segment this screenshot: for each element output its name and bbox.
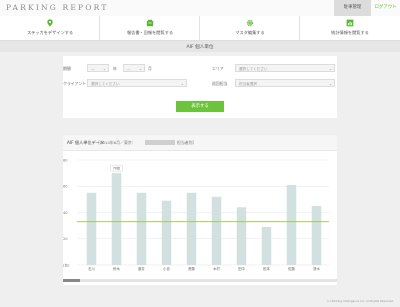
select-value: — [91, 66, 95, 71]
x-tick-label: 清水 [313, 266, 320, 271]
x-tick-label: 木村 [213, 266, 220, 271]
period-label: 期間 [63, 66, 71, 71]
chart-subtitle-suffix: 担当者別］ [177, 140, 197, 145]
chevron-down-icon: ⌄ [138, 66, 142, 72]
tab-label: 統計情報を閲覧する [331, 30, 369, 35]
chart-bar [136, 192, 147, 265]
select-value: 選択してください [239, 66, 268, 71]
tab-label: 報告書・回報を閲覧する [126, 30, 174, 35]
bar-chart: (台) 20 40 60 80 石川 鈴木 藤井 小島 斎藤 木村 田中 松本 佐藤 清水 70台 [63, 158, 329, 271]
year-unit: 年 [113, 66, 117, 71]
chart-icon [346, 19, 354, 27]
redacted-block [145, 139, 175, 145]
select-value: 担当者選択 [239, 81, 257, 86]
gear-icon [246, 19, 254, 27]
chevron-down-icon: ⌄ [102, 66, 106, 72]
x-tick-label: 小島 [163, 266, 170, 271]
chart-bar [161, 200, 172, 265]
chart-bar [261, 226, 272, 265]
scrollbar-thumb[interactable] [63, 279, 80, 282]
tab-statistics[interactable]: 統計情報を閲覧する [300, 16, 400, 40]
search-form: 期間 — ⌄ 年 — ⌄ 月 エリア 選択してください ⌄ クライアント 選択し… [63, 56, 337, 118]
select-value: — [127, 66, 131, 71]
tab-master-edit[interactable]: マスタ編集する [200, 16, 300, 40]
client-label: クライアント [63, 81, 87, 86]
tooltip-label: 70台 [113, 165, 120, 170]
select-value: 選択してください [91, 81, 120, 86]
x-tick-label: 石川 [88, 267, 95, 271]
x-tick-label: 鈴木 [113, 266, 120, 271]
document-stack-icon [146, 19, 154, 27]
x-tick-label: 佐藤 [288, 266, 295, 271]
y-tick-label: 20 [63, 237, 68, 241]
copyright: (c) Parking Intelligence Inc. All Rights… [327, 299, 394, 303]
tab-reports[interactable]: 報告書・回報を閲覧する [100, 16, 200, 40]
y-tick-label: 80 [63, 158, 68, 162]
period-month-select[interactable]: — ⌄ [123, 64, 145, 72]
x-tick-label: 斎藤 [188, 266, 195, 271]
chart-bar [311, 205, 322, 265]
admin-button[interactable]: 駐車管理 [334, 0, 371, 16]
top-bar: PARKING REPORT 駐車管理 ログアウト [0, 0, 400, 17]
chart-bar [286, 184, 297, 265]
x-tick-label: 田中 [238, 266, 245, 271]
chevron-down-icon: ⌄ [180, 81, 184, 87]
period-year-select[interactable]: — ⌄ [87, 64, 109, 72]
chart-bar [211, 196, 222, 265]
tab-label: マスタ編集する [235, 30, 265, 35]
horizontal-scrollbar[interactable] [63, 279, 337, 282]
staff-select[interactable]: 担当者選択 ⌄ [235, 79, 335, 87]
chart-subtitle: ［2014年6月／東京： [96, 140, 136, 145]
y-tick-label: (台) [63, 262, 70, 267]
chart-card: AIF 個人単位データ ［2014年6月／東京： 担当者別］ (台) 20 40 60… [63, 135, 337, 285]
x-tick-label: 松本 [263, 266, 270, 271]
staff-label: 巡回担当 [212, 81, 228, 86]
chart-header: AIF 個人単位データ ［2014年6月／東京： 担当者別］ [63, 135, 337, 151]
y-tick-label: 60 [63, 185, 68, 189]
chart-bar [186, 192, 197, 265]
page-title-bar: AIF 個人単位 [0, 41, 400, 52]
y-tick-label: 40 [63, 211, 68, 215]
client-select[interactable]: 選択してください ⌄ [87, 79, 187, 87]
tab-sticker-design[interactable]: ステッカをデザインする [0, 16, 100, 40]
search-button[interactable]: 表示する [176, 101, 224, 112]
map-pin-icon [47, 19, 53, 27]
month-unit: 月 [148, 66, 152, 71]
tab-label: ステッカをデザインする [26, 30, 74, 35]
chevron-down-icon: ⌄ [328, 66, 332, 72]
chevron-down-icon: ⌄ [328, 81, 332, 87]
area-select[interactable]: 選択してください ⌄ [235, 64, 335, 72]
page-title: AIF 個人単位 [186, 44, 214, 50]
main-nav: ステッカをデザインする 報告書・回報を閲覧する マスタ編集する 統計情報を閲覧す… [0, 16, 400, 41]
area-label: エリア [212, 66, 224, 71]
chart-bar [236, 207, 247, 265]
x-tick-label: 藤井 [138, 266, 145, 271]
chart-bar [86, 192, 97, 265]
chart-bar [111, 173, 122, 265]
app-logo[interactable]: PARKING REPORT [6, 3, 109, 12]
logout-link[interactable]: ログアウト [371, 0, 400, 16]
